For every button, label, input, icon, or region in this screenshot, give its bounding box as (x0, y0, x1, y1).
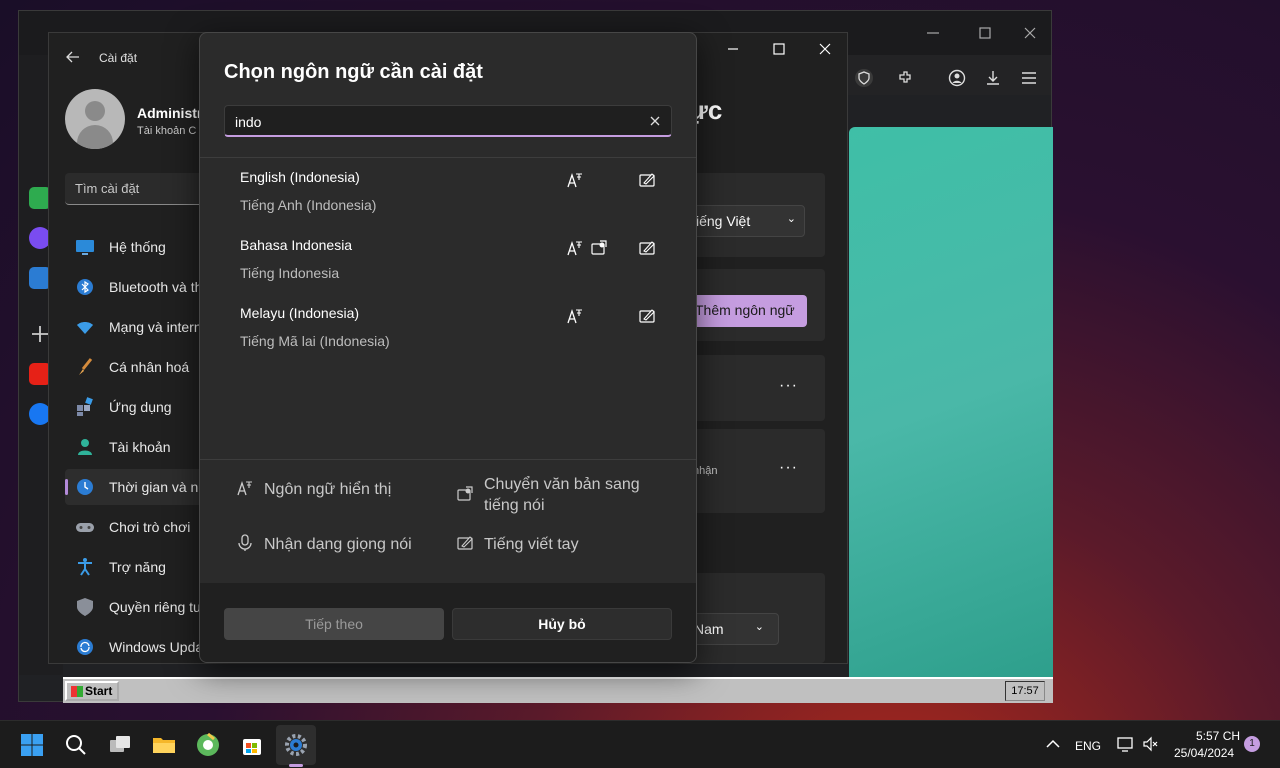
retro-clock: 17:57 (1005, 681, 1045, 701)
coc-coc-browser-icon[interactable] (196, 733, 220, 757)
bluetooth-icon (77, 279, 93, 295)
text-to-speech-icon (591, 240, 607, 255)
microsoft-store-icon[interactable] (240, 733, 264, 757)
wifi-icon (77, 322, 93, 334)
menu-icon[interactable] (1020, 69, 1038, 87)
more-options-icon[interactable]: ··· (779, 459, 798, 477)
avatar[interactable] (65, 89, 125, 149)
gamepad-icon (76, 523, 94, 532)
handwriting-icon (639, 309, 655, 323)
next-button[interactable]: Tiếp theo (224, 608, 444, 640)
close-icon[interactable] (1022, 25, 1038, 41)
language-picker-dialog: Chọn ngôn ngữ cần cài đặt English (Indon… (199, 32, 697, 663)
download-icon[interactable] (984, 69, 1002, 87)
display-language-icon (237, 480, 252, 496)
minimize-icon[interactable] (925, 25, 941, 41)
microphone-icon (238, 534, 252, 551)
handwriting-icon (639, 241, 655, 255)
language-card (685, 355, 825, 421)
search-icon[interactable] (64, 733, 88, 757)
list-item-language[interactable]: English (Indonesia) Tiếng Anh (Indonesia… (224, 163, 674, 227)
minimize-icon[interactable] (725, 41, 741, 57)
retro-taskbar: Start 17:57 (63, 677, 1053, 703)
legend-speech-recognition: Nhận dạng giọng nói (264, 536, 412, 553)
text-to-speech-icon (457, 486, 473, 501)
extensions-icon[interactable] (896, 69, 914, 87)
start-icon[interactable] (20, 733, 44, 757)
display-language-icon (567, 240, 582, 256)
teal-content-panel (849, 127, 1053, 677)
taskbar: ENG 5:57 CH 25/04/2024 (0, 720, 1280, 768)
clear-icon[interactable] (649, 115, 661, 127)
maximize-icon[interactable] (977, 25, 993, 41)
maximize-icon[interactable] (771, 41, 787, 57)
chevron-down-icon: ⌄ (754, 621, 764, 633)
brush-icon (79, 358, 93, 375)
settings-title: Cài đặt (99, 51, 138, 65)
chevron-up-icon[interactable] (1044, 735, 1062, 753)
add-language-button[interactable]: Thêm ngôn ngữ (689, 295, 807, 327)
network-icon[interactable] (1116, 735, 1134, 753)
legend-handwriting: Tiếng viết tay (484, 536, 579, 553)
volume-muted-icon[interactable] (1142, 735, 1160, 753)
display-language-dropdown[interactable]: iếng Việt ⌄ (689, 205, 805, 237)
legend-display-language: Ngôn ngữ hiển thị (264, 481, 392, 498)
back-arrow-icon[interactable] (65, 49, 81, 65)
accessibility-icon (78, 558, 92, 576)
divider (200, 157, 696, 158)
chevron-down-icon: ⌄ (786, 213, 796, 225)
handwriting-icon (457, 536, 473, 550)
monitor-icon (76, 240, 94, 255)
file-explorer-icon[interactable] (152, 733, 176, 757)
region-dropdown[interactable]: Nam ⌄ (689, 613, 779, 645)
more-options-icon[interactable]: ··· (779, 377, 798, 395)
task-view-icon[interactable] (108, 733, 132, 757)
settings-gear-icon[interactable] (284, 733, 308, 757)
list-item-language[interactable]: Melayu (Indonesia) Tiếng Mã lai (Indones… (224, 299, 674, 363)
legend-text-to-speech: Chuyển văn bản sang tiếng nói (484, 476, 640, 514)
update-icon (77, 639, 93, 655)
apps-icon (77, 397, 93, 416)
cancel-button[interactable]: Hủy bỏ (452, 608, 672, 640)
shield-icon[interactable] (855, 69, 873, 87)
dialog-footer: Tiếp theo Hủy bỏ (200, 583, 696, 662)
display-language-icon (567, 172, 582, 188)
display-language-icon (567, 308, 582, 324)
list-item-language[interactable]: Bahasa Indonesia Tiếng Indonesia (224, 231, 674, 295)
clock-date[interactable]: 25/04/2024 (1174, 746, 1234, 760)
language-search-input[interactable] (235, 112, 635, 132)
clock-time[interactable]: 5:57 CH (1196, 729, 1240, 743)
active-app-indicator (289, 764, 303, 767)
notification-badge[interactable]: 1 (1244, 736, 1260, 752)
dialog-title: Chọn ngôn ngữ cần cài đặt (224, 61, 483, 83)
input-language-indicator[interactable]: ENG (1075, 739, 1101, 753)
retro-start-button[interactable]: Start (65, 681, 119, 701)
profile-icon[interactable] (948, 69, 966, 87)
close-icon[interactable] (817, 41, 833, 57)
clock-globe-icon (77, 479, 93, 495)
windows-flag-icon (71, 686, 83, 697)
language-search-box[interactable] (224, 105, 672, 137)
handwriting-icon (639, 173, 655, 187)
shield-icon (77, 598, 93, 616)
person-icon (78, 439, 92, 455)
divider (200, 459, 696, 460)
